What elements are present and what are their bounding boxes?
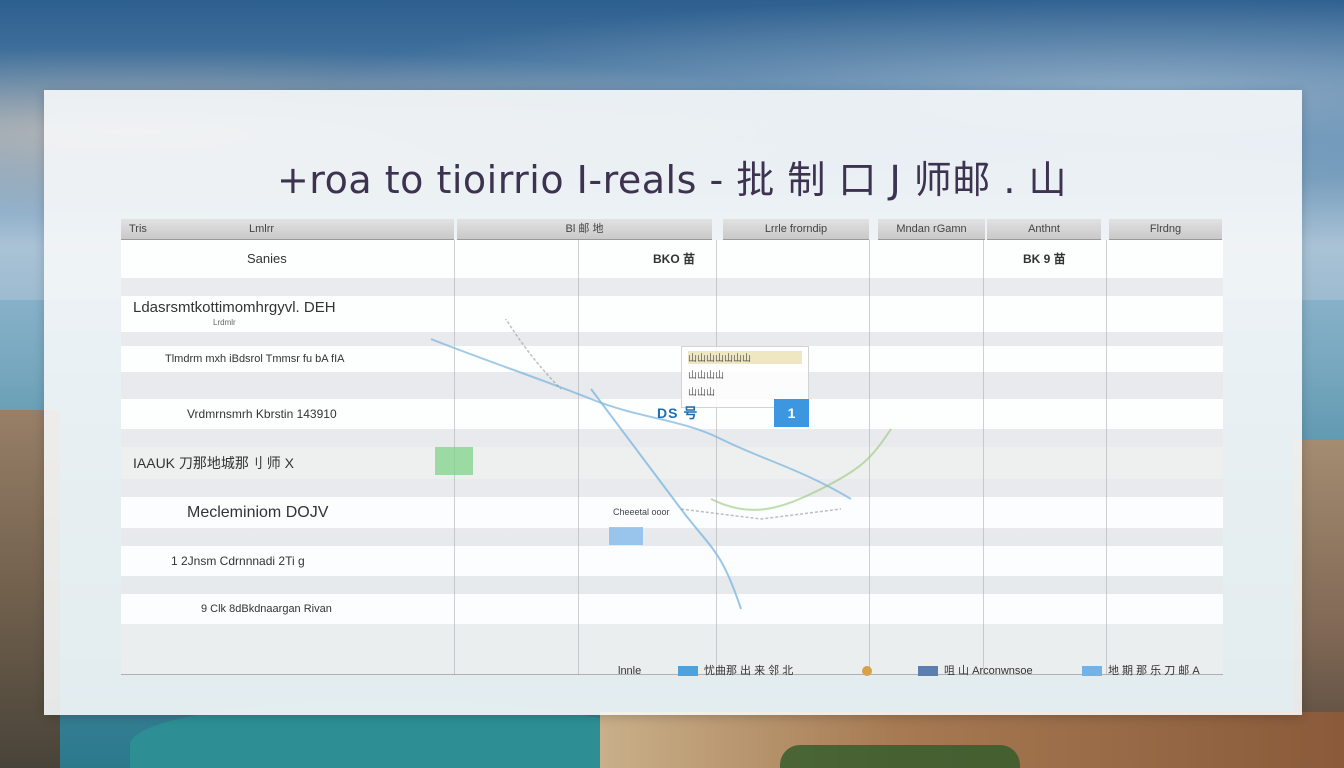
legend-item[interactable]: 忧曲那 出 来 邻 北: [678, 662, 793, 680]
map-card-line: 山山山山山山山: [688, 351, 802, 364]
row-name: 9 Clk 8dBkdnaargan Rivan: [201, 603, 332, 615]
column-header-5[interactable]: Anthnt: [987, 219, 1101, 240]
table-row-spacer: [121, 372, 1223, 399]
table-row[interactable]: Mecleminiom DOJV: [121, 497, 1223, 528]
legend-prefix: lnnle: [618, 665, 642, 677]
column-divider: [869, 240, 870, 675]
row-value: BK 9 苗: [1023, 252, 1066, 266]
row-name: Tlmdrm mxh iBdsrol Tmmsr fu bA fIA: [165, 353, 345, 365]
column-header-6[interactable]: Flrdng: [1109, 219, 1222, 240]
legend-swatch: [918, 666, 938, 677]
table-row-spacer: [121, 278, 1223, 296]
row-name: IAAUK 刀那地城那刂 师 X: [133, 455, 295, 471]
legend-item[interactable]: [862, 662, 878, 680]
column-header-1[interactable]: Tris Lmlrr: [121, 219, 454, 240]
column-header-4[interactable]: Mndan rGamn: [878, 219, 985, 240]
map-region-blue: [609, 527, 643, 545]
map-legend: lnnle 忧曲那 出 来 邻 北 咀 山 Arconwnsoe 地 期 那 乐…: [612, 662, 1222, 680]
map-marker-label[interactable]: DS 号: [657, 403, 698, 423]
row-subtext: Lrdmlr: [213, 318, 236, 327]
row-value: BKO 苗: [653, 252, 696, 266]
legend-swatch: [1082, 666, 1102, 677]
table-header: Tris Lmlrr Bl 邮 地 Lrrle frorndip Mndan rG…: [121, 219, 1223, 240]
table-row-spacer: [121, 429, 1223, 447]
column-divider: [983, 240, 984, 675]
map-card-line: 山山山山: [688, 370, 725, 380]
legend-swatch: [862, 666, 872, 677]
legend-swatch: [678, 666, 698, 677]
column-divider: [578, 240, 579, 675]
map-card-line: 山山山: [688, 387, 716, 397]
table-row[interactable]: 9 Clk 8dBkdnaargan Rivan: [121, 594, 1223, 624]
row-name: Mecleminiom DOJV: [187, 504, 329, 521]
row-name: 1 2Jnsm Cdrnnnadi 2Ti g: [171, 554, 305, 568]
table-row-spacer: [121, 576, 1223, 594]
table-row[interactable]: Sanies BKO 苗 BK 9 苗: [121, 240, 1223, 278]
row-name: Ldasrsmtkottimomhrgyvl. DEH: [133, 299, 336, 316]
table-row-spacer: [121, 528, 1223, 546]
row-name: Sanies: [247, 251, 287, 266]
trees: [780, 745, 1020, 768]
table-row[interactable]: 1 2Jnsm Cdrnnnadi 2Ti g: [121, 546, 1223, 576]
map-town-label: Cheeetal ooor: [613, 507, 670, 517]
legend-item[interactable]: 咀 山 Arconwnsoe: [918, 662, 1033, 680]
table-row-spacer: [121, 479, 1223, 497]
column-divider: [716, 240, 717, 675]
table-row[interactable]: Tlmdrm mxh iBdsrol Tmmsr fu bA fIA: [121, 346, 1223, 372]
table-row[interactable]: IAAUK 刀那地城那刂 师 X: [121, 447, 1223, 479]
column-divider: [1106, 240, 1107, 675]
table-row[interactable]: Ldasrsmtkottimomhrgyvl. DEH Lrdmlr: [121, 296, 1223, 332]
column-header-2[interactable]: Bl 邮 地: [457, 219, 712, 240]
data-table: Tris Lmlrr Bl 邮 地 Lrrle frorndip Mndan rG…: [121, 219, 1223, 675]
map-region-green: [435, 447, 473, 475]
legend-item[interactable]: 地 期 那 乐 刀 邮 A: [1082, 662, 1200, 680]
column-header-3[interactable]: Lrrle frorndip: [723, 219, 869, 240]
row-name: Vrdmrnsmrh Kbrstin 143910: [187, 407, 337, 421]
table-row-spacer: [121, 332, 1223, 346]
page-title: +roa to tioirrio I-reals - 批 制 口 J 师邮 . …: [276, 158, 1068, 202]
map-pin-badge[interactable]: 1: [774, 399, 809, 427]
desktop-background: +roa to tioirrio I-reals - 批 制 口 J 师邮 . …: [0, 0, 1344, 768]
